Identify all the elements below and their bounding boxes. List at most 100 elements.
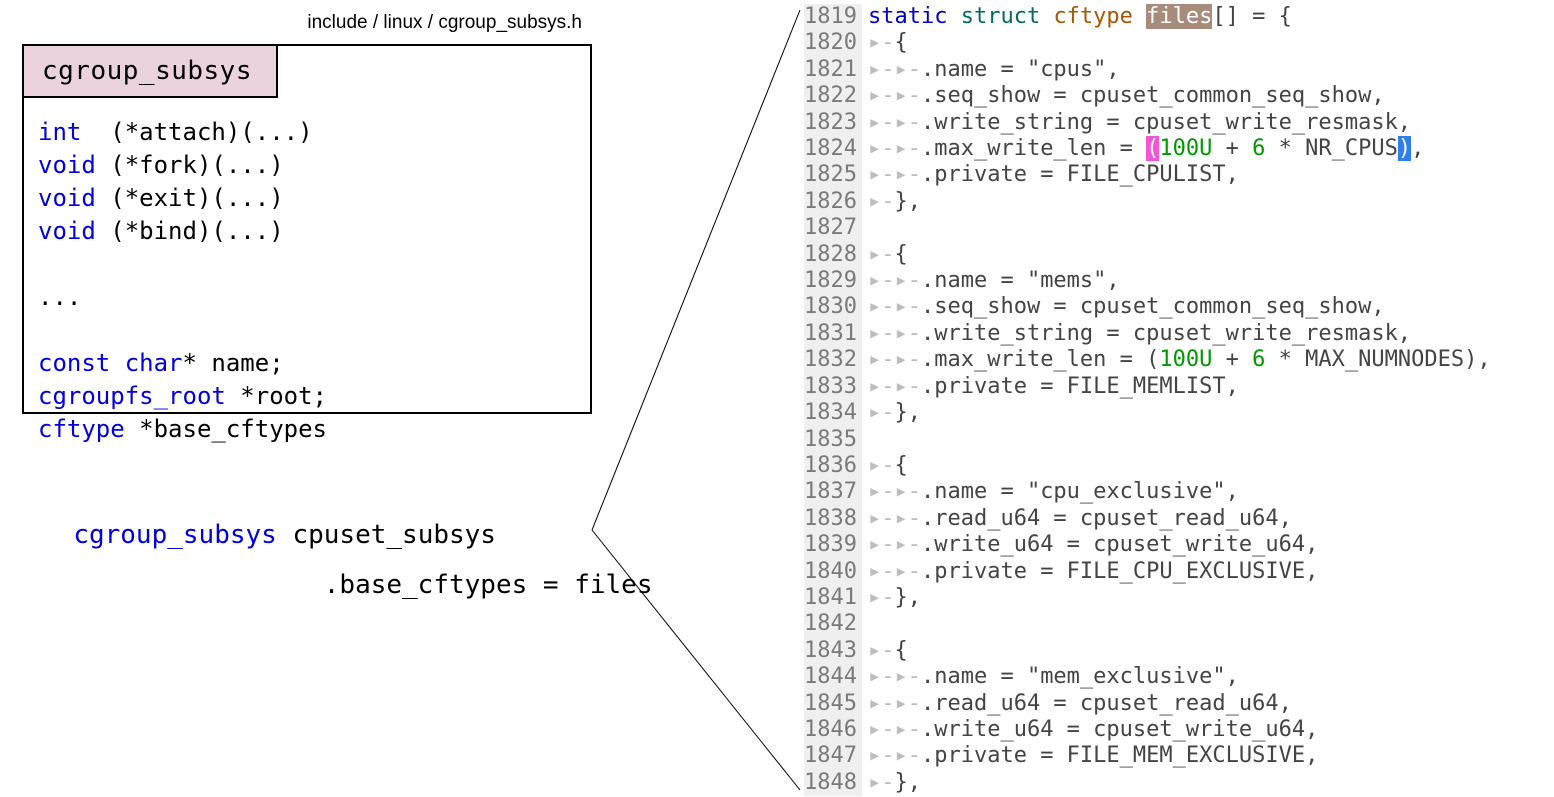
- code-line[interactable]: 1830▸-▸-.seq_show = cpuset_common_seq_sh…: [804, 294, 1544, 320]
- line-number: 1825: [804, 162, 862, 188]
- code-content[interactable]: ▸-▸-.private = FILE_CPU_EXCLUSIVE,: [862, 559, 1544, 585]
- line-number: 1819: [804, 4, 862, 30]
- whitespace-marker: ▸-▸-: [868, 136, 921, 161]
- code-content[interactable]: ▸-▸-.write_string = cpuset_write_resmask…: [862, 110, 1544, 136]
- code-content[interactable]: static struct cftype files[] = {: [862, 4, 1544, 30]
- line-number: 1841: [804, 585, 862, 611]
- code-line[interactable]: 1839▸-▸-.write_u64 = cpuset_write_u64,: [804, 532, 1544, 558]
- line-number: 1833: [804, 374, 862, 400]
- code-content[interactable]: ▸-▸-.max_write_len = (100U + 6 * MAX_NUM…: [862, 347, 1544, 373]
- line-number: 1847: [804, 743, 862, 769]
- struct-file-path: include / linux / cgroup_subsys.h: [307, 12, 582, 34]
- code-line[interactable]: 1831▸-▸-.write_string = cpuset_write_res…: [804, 321, 1544, 347]
- code-content[interactable]: ▸-▸-.name = "cpu_exclusive",: [862, 479, 1544, 505]
- line-number: 1829: [804, 268, 862, 294]
- code-line[interactable]: 1822▸-▸-.seq_show = cpuset_common_seq_sh…: [804, 83, 1544, 109]
- code-content[interactable]: ▸-▸-.write_string = cpuset_write_resmask…: [862, 321, 1544, 347]
- struct-line: cgroupfs_root *root;: [38, 380, 327, 413]
- whitespace-marker: ▸-▸-: [868, 559, 921, 584]
- code-content[interactable]: ▸-▸-.name = "mems",: [862, 268, 1544, 294]
- code-line[interactable]: 1821▸-▸-.name = "cpus",: [804, 57, 1544, 83]
- code-line[interactable]: 1837▸-▸-.name = "cpu_exclusive",: [804, 479, 1544, 505]
- code-content[interactable]: ▸-▸-.name = "cpus",: [862, 57, 1544, 83]
- code-content[interactable]: ▸-▸-.write_u64 = cpuset_write_u64,: [862, 532, 1544, 558]
- whitespace-marker: ▸-▸-: [868, 347, 921, 372]
- whitespace-marker: ▸-▸-: [868, 479, 921, 504]
- line-number: 1836: [804, 453, 862, 479]
- code-line[interactable]: 1843▸-{: [804, 638, 1544, 664]
- struct-line: void (*fork)(...): [38, 149, 327, 182]
- code-content[interactable]: ▸-▸-.write_u64 = cpuset_write_u64,: [862, 717, 1544, 743]
- whitespace-marker: ▸-▸-: [868, 717, 921, 742]
- code-line[interactable]: 1823▸-▸-.write_string = cpuset_write_res…: [804, 110, 1544, 136]
- line-number: 1824: [804, 136, 862, 162]
- struct-line: [38, 314, 327, 347]
- whitespace-marker: ▸-: [868, 30, 895, 55]
- code-content[interactable]: ▸-},: [862, 770, 1544, 796]
- code-content[interactable]: ▸-▸-.seq_show = cpuset_common_seq_show,: [862, 83, 1544, 109]
- code-content[interactable]: ▸-},: [862, 585, 1544, 611]
- code-line[interactable]: 1826▸-},: [804, 189, 1544, 215]
- whitespace-marker: ▸-▸-: [868, 57, 921, 82]
- code-line[interactable]: 1820▸-{: [804, 30, 1544, 56]
- whitespace-marker: ▸-▸-: [868, 110, 921, 135]
- code-content[interactable]: ▸-▸-.private = FILE_MEM_EXCLUSIVE,: [862, 743, 1544, 769]
- code-line[interactable]: 1841▸-},: [804, 585, 1544, 611]
- code-content[interactable]: ▸-▸-.seq_show = cpuset_common_seq_show,: [862, 294, 1544, 320]
- code-line[interactable]: 1827: [804, 215, 1544, 241]
- code-editor[interactable]: 1819static struct cftype files[] = {1820…: [804, 4, 1544, 794]
- struct-line: [38, 248, 327, 281]
- line-number: 1839: [804, 532, 862, 558]
- code-content[interactable]: ▸-▸-.max_write_len = (100U + 6 * NR_CPUS…: [862, 136, 1544, 162]
- code-content[interactable]: ▸-▸-.read_u64 = cpuset_read_u64,: [862, 691, 1544, 717]
- whitespace-marker: ▸-: [868, 242, 895, 267]
- struct-line: cftype *base_cftypes: [38, 413, 327, 446]
- whitespace-marker: ▸-: [868, 189, 895, 214]
- code-content[interactable]: ▸-{: [862, 30, 1544, 56]
- whitespace-marker: ▸-▸-: [868, 294, 921, 319]
- code-line[interactable]: 1828▸-{: [804, 242, 1544, 268]
- code-content[interactable]: ▸-▸-.read_u64 = cpuset_read_u64,: [862, 506, 1544, 532]
- code-content[interactable]: ▸-{: [862, 638, 1544, 664]
- whitespace-marker: ▸-▸-: [868, 162, 921, 187]
- code-content[interactable]: ▸-},: [862, 189, 1544, 215]
- line-number: 1846: [804, 717, 862, 743]
- code-line[interactable]: 1846▸-▸-.write_u64 = cpuset_write_u64,: [804, 717, 1544, 743]
- code-content[interactable]: ▸-{: [862, 453, 1544, 479]
- code-content[interactable]: [862, 427, 1544, 453]
- struct-line: void (*bind)(...): [38, 215, 327, 248]
- struct-line: int (*attach)(...): [38, 116, 327, 149]
- code-content[interactable]: ▸-▸-.private = FILE_CPULIST,: [862, 162, 1544, 188]
- whitespace-marker: ▸-▸-: [868, 532, 921, 557]
- line-number: 1823: [804, 110, 862, 136]
- code-content[interactable]: ▸-▸-.name = "mem_exclusive",: [862, 664, 1544, 690]
- code-line[interactable]: 1834▸-},: [804, 400, 1544, 426]
- code-line[interactable]: 1838▸-▸-.read_u64 = cpuset_read_u64,: [804, 506, 1544, 532]
- struct-line: ...: [38, 281, 327, 314]
- code-line[interactable]: 1836▸-{: [804, 453, 1544, 479]
- code-line[interactable]: 1824▸-▸-.max_write_len = (100U + 6 * NR_…: [804, 136, 1544, 162]
- code-line[interactable]: 1845▸-▸-.read_u64 = cpuset_read_u64,: [804, 691, 1544, 717]
- code-line[interactable]: 1825▸-▸-.private = FILE_CPULIST,: [804, 162, 1544, 188]
- code-line[interactable]: 1832▸-▸-.max_write_len = (100U + 6 * MAX…: [804, 347, 1544, 373]
- code-content[interactable]: [862, 611, 1544, 637]
- line-number: 1844: [804, 664, 862, 690]
- line-number: 1831: [804, 321, 862, 347]
- code-content[interactable]: [862, 215, 1544, 241]
- code-content[interactable]: ▸-{: [862, 242, 1544, 268]
- whitespace-marker: ▸-▸-: [868, 506, 921, 531]
- code-line[interactable]: 1833▸-▸-.private = FILE_MEMLIST,: [804, 374, 1544, 400]
- line-number: 1848: [804, 770, 862, 796]
- code-line[interactable]: 1847▸-▸-.private = FILE_MEM_EXCLUSIVE,: [804, 743, 1544, 769]
- subsys-inst: cpuset_subsys: [277, 520, 496, 550]
- code-line[interactable]: 1848▸-},: [804, 770, 1544, 796]
- code-line[interactable]: 1835: [804, 427, 1544, 453]
- code-content[interactable]: ▸-▸-.private = FILE_MEMLIST,: [862, 374, 1544, 400]
- code-line[interactable]: 1829▸-▸-.name = "mems",: [804, 268, 1544, 294]
- code-content[interactable]: ▸-},: [862, 400, 1544, 426]
- line-number: 1821: [804, 57, 862, 83]
- code-line[interactable]: 1840▸-▸-.private = FILE_CPU_EXCLUSIVE,: [804, 559, 1544, 585]
- code-line[interactable]: 1844▸-▸-.name = "mem_exclusive",: [804, 664, 1544, 690]
- code-line[interactable]: 1842: [804, 611, 1544, 637]
- code-line[interactable]: 1819static struct cftype files[] = {: [804, 4, 1544, 30]
